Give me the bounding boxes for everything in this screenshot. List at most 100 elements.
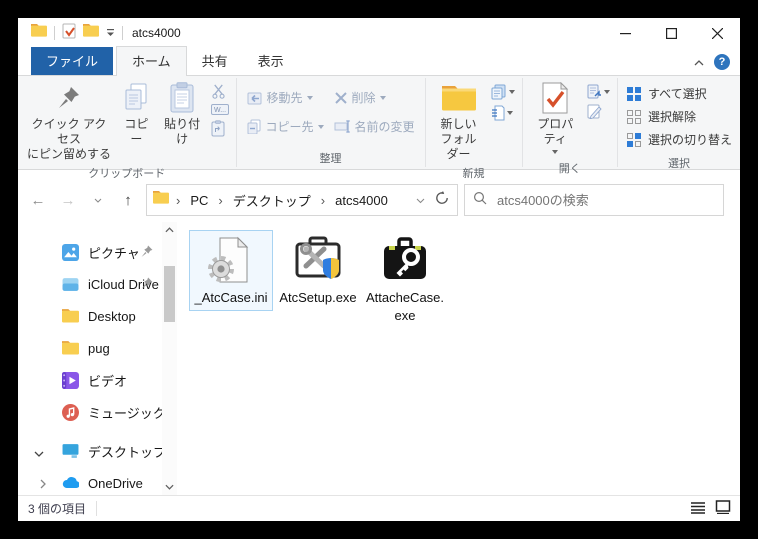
group-label-open: 開く <box>558 163 581 175</box>
file-name: AtcSetup.exe <box>279 290 357 305</box>
new-shortcut-icon <box>491 105 505 121</box>
dropdown-icon <box>603 89 610 97</box>
edit-icon <box>587 104 602 119</box>
address-dropdown-chevron-icon[interactable] <box>416 191 425 209</box>
pictures-icon <box>62 243 79 261</box>
sidebar-item-desktop-root[interactable]: デスクトップ <box>18 435 177 467</box>
tab-home[interactable]: ホーム <box>116 46 187 76</box>
sidebar-item-videos[interactable]: ビデオ <box>18 364 177 396</box>
scroll-up-icon <box>165 227 174 233</box>
file-item-attachecase-exe[interactable]: AttacheCase.exe <box>363 230 447 328</box>
invert-selection-button[interactable]: 選択の切り替え <box>626 131 732 148</box>
recent-locations-chevron-icon[interactable] <box>86 188 110 212</box>
chevron-down-icon[interactable] <box>34 445 44 460</box>
properties-button[interactable]: プロパティ <box>527 79 584 159</box>
search-box[interactable] <box>464 184 724 216</box>
item-count: 3 個の項目 <box>28 502 87 516</box>
tab-view[interactable]: 表示 <box>243 47 299 75</box>
paste-button[interactable]: 貼り付け <box>157 79 208 149</box>
breadcrumb-chevron-icon: › <box>176 192 181 208</box>
copy-button[interactable]: コピー <box>116 79 157 149</box>
select-all-icon <box>626 86 641 101</box>
window-title: atcs4000 <box>132 26 181 40</box>
dropdown-icon <box>506 111 513 118</box>
rename-button[interactable]: 名前の変更 <box>334 118 415 135</box>
copy-path-icon: W... <box>210 104 229 115</box>
pin-to-quick-access-button[interactable]: クイック アクセス にピン留めする <box>22 79 116 164</box>
ribbon-group-clipboard: クイック アクセス にピン留めする コピー 貼り付け W... クリップボード <box>18 76 236 180</box>
breadcrumb-segment-desktop[interactable]: デスクトップ <box>230 191 314 210</box>
search-input[interactable] <box>495 191 715 209</box>
tab-share[interactable]: 共有 <box>187 47 243 75</box>
address-bar[interactable]: › PC › デスクトップ › atcs4000 <box>146 184 458 216</box>
move-to-button[interactable]: 移動先 <box>247 89 324 106</box>
invert-selection-icon <box>626 132 641 147</box>
breadcrumb-segment-current[interactable]: atcs4000 <box>332 193 391 208</box>
sidebar-item-pug[interactable]: pug <box>18 332 177 364</box>
properties-quick-icon[interactable] <box>62 23 76 44</box>
sidebar-item-music[interactable]: ミュージック <box>18 396 177 428</box>
address-folder-icon <box>153 191 169 209</box>
new-shortcut-button[interactable] <box>491 105 515 121</box>
help-icon[interactable]: ? <box>714 54 730 70</box>
svg-text:W...: W... <box>214 107 226 114</box>
content-area: ピクチャ iCloud Drive Desktop pug ビデオ ミュージック… <box>18 222 740 495</box>
music-icon <box>62 403 79 421</box>
details-view-icon[interactable] <box>690 501 706 517</box>
copy-path-button[interactable]: W... <box>210 104 229 115</box>
scissors-icon <box>211 84 225 99</box>
collapse-ribbon-icon[interactable] <box>694 53 704 71</box>
sidebar-scrollbar[interactable] <box>162 222 177 495</box>
scrollbar-thumb[interactable] <box>164 266 175 322</box>
folder-icon <box>62 340 79 357</box>
sidebar-item-pictures[interactable]: ピクチャ <box>18 236 177 268</box>
copy-to-button[interactable]: コピー先 <box>247 118 324 135</box>
select-all-button[interactable]: すべて選択 <box>626 85 732 102</box>
customize-qat-chevron-icon[interactable] <box>106 24 115 42</box>
desktop-icon <box>62 443 79 460</box>
forward-button[interactable]: → <box>56 188 80 212</box>
new-folder-button[interactable]: 新しい フォルダー <box>430 79 488 164</box>
ribbon-group-open: プロパティ 開く <box>523 76 617 175</box>
dropdown-icon <box>552 150 559 157</box>
back-button[interactable]: ← <box>26 188 50 212</box>
navigation-pane: ピクチャ iCloud Drive Desktop pug ビデオ ミュージック… <box>18 222 177 495</box>
file-item-atccase-ini[interactable]: _AtcCase.ini <box>189 230 273 311</box>
minimize-button[interactable] <box>602 18 648 48</box>
copy-icon <box>123 81 149 115</box>
open-button[interactable] <box>587 84 610 99</box>
paste-shortcut-button[interactable] <box>211 120 229 137</box>
chevron-right-icon[interactable] <box>40 477 46 492</box>
file-list: _AtcCase.ini AtcSetup.exe AttacheCase.ex… <box>177 222 740 495</box>
tab-file[interactable]: ファイル <box>31 47 114 75</box>
delete-button[interactable]: 削除 <box>334 89 415 106</box>
clear-selection-button[interactable]: 選択解除 <box>626 108 732 125</box>
pin-icon <box>141 245 153 261</box>
delete-x-icon <box>334 91 347 104</box>
refresh-icon[interactable] <box>435 190 449 210</box>
maximize-button[interactable] <box>648 18 694 48</box>
up-button[interactable]: ↑ <box>116 188 140 212</box>
icloud-drive-icon <box>62 276 79 293</box>
breadcrumb-segment-pc[interactable]: PC <box>187 193 211 208</box>
properties-icon <box>541 81 569 115</box>
new-folder-quick-icon[interactable] <box>83 24 99 42</box>
attachecase-file-icon <box>381 236 429 284</box>
sidebar-item-icloud-drive[interactable]: iCloud Drive <box>18 268 177 300</box>
new-folder-icon <box>441 81 477 115</box>
pin-icon <box>58 81 80 115</box>
close-button[interactable] <box>694 18 740 48</box>
file-item-atcsetup-exe[interactable]: AtcSetup.exe <box>276 230 360 311</box>
ribbon: クイック アクセス にピン留めする コピー 貼り付け W... クリップボード … <box>18 75 740 180</box>
pin-icon <box>141 277 153 293</box>
new-item-button[interactable] <box>491 84 515 100</box>
cut-button[interactable] <box>211 84 229 99</box>
sidebar-item-onedrive[interactable]: OneDrive <box>18 467 177 499</box>
dropdown-icon <box>317 124 324 132</box>
sidebar-item-desktop-folder[interactable]: Desktop <box>18 300 177 332</box>
scroll-down-icon <box>165 484 174 490</box>
edit-button[interactable] <box>587 104 610 119</box>
dropdown-icon <box>379 95 386 103</box>
large-icons-view-icon[interactable] <box>715 500 731 517</box>
move-to-icon <box>247 92 262 104</box>
